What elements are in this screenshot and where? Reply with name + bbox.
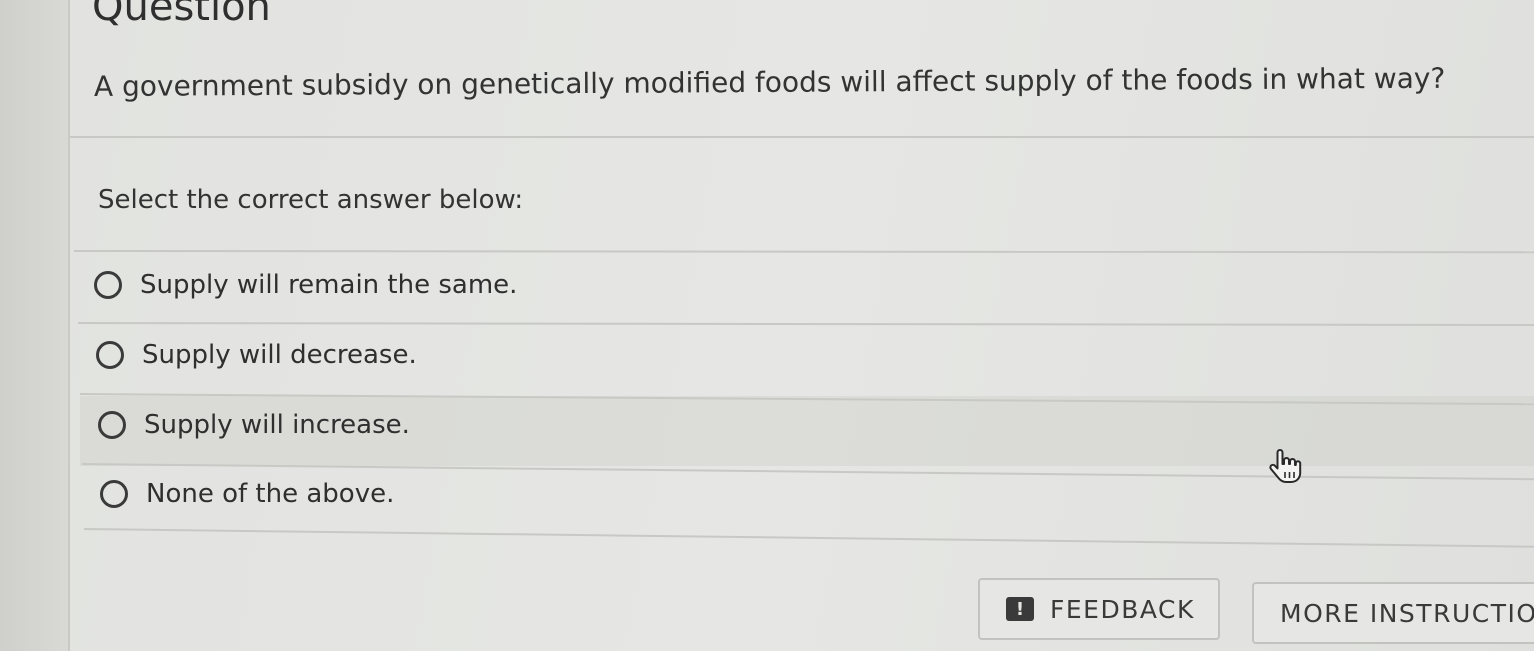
radio-unselected-icon[interactable] — [98, 411, 126, 439]
radio-unselected-icon[interactable] — [94, 271, 122, 299]
option-none[interactable]: None of the above. — [100, 479, 394, 509]
exclamation-icon: ! — [1006, 597, 1034, 621]
option-increase[interactable]: Supply will increase. — [98, 410, 410, 440]
option-label: None of the above. — [146, 479, 395, 509]
divider-question — [70, 136, 1534, 138]
option-label: Supply will decrease. — [142, 340, 417, 370]
radio-unselected-icon[interactable] — [100, 480, 128, 508]
hand-pointer-icon — [1269, 449, 1302, 483]
feedback-button[interactable]: ! FEEDBACK — [978, 578, 1220, 640]
option-label: Supply will increase. — [144, 410, 410, 440]
option-label: Supply will remain the same. — [140, 270, 518, 300]
feedback-button-label: FEEDBACK — [1050, 594, 1195, 624]
page-margin — [0, 0, 70, 651]
option-decrease[interactable]: Supply will decrease. — [96, 340, 417, 370]
more-instructions-label: MORE INSTRUCTIO — [1280, 598, 1534, 628]
page-title: Question — [92, 0, 271, 30]
answer-prompt: Select the correct answer below: — [98, 185, 524, 215]
radio-unselected-icon[interactable] — [96, 341, 124, 369]
more-instructions-button[interactable]: MORE INSTRUCTIO — [1252, 582, 1534, 644]
option-remain-same[interactable]: Supply will remain the same. — [94, 270, 517, 300]
